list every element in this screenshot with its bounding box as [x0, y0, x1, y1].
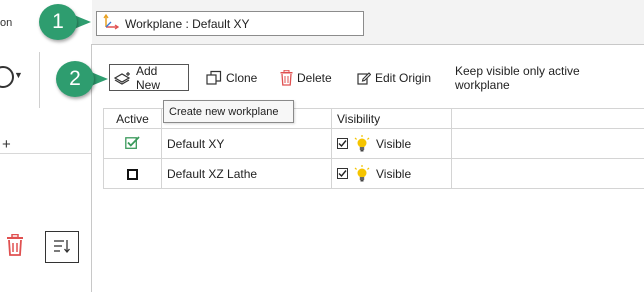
add-plane-icon: [114, 71, 132, 85]
active-cell[interactable]: [103, 158, 162, 189]
name-cell[interactable]: Default XY: [161, 128, 332, 159]
trash-icon: [280, 69, 293, 86]
sort-icon: [53, 238, 71, 257]
edit-origin-button[interactable]: Edit Origin: [353, 64, 443, 91]
background-partial-label: on: [0, 17, 13, 29]
workplane-selector-value: Workplane : Default XY: [125, 16, 250, 31]
visibility-checkbox[interactable]: [337, 138, 348, 149]
add-icon[interactable]: +: [2, 136, 11, 153]
clone-button[interactable]: Clone: [202, 64, 262, 91]
visibility-label: Visible: [376, 166, 412, 181]
workplane-selector[interactable]: Workplane : Default XY: [96, 11, 364, 36]
column-header-active[interactable]: Active: [103, 108, 162, 129]
visibility-cell[interactable]: Visible: [331, 158, 452, 189]
edit-icon: [357, 71, 371, 85]
column-header-empty: [451, 108, 644, 129]
chevron-down-icon[interactable]: ▼: [14, 70, 23, 80]
column-header-visibility[interactable]: Visibility: [331, 108, 452, 129]
tooltip-text: Create new workplane: [169, 105, 279, 118]
lightbulb-icon: [354, 134, 370, 153]
sort-button[interactable]: [45, 231, 79, 263]
visibility-cell[interactable]: Visible: [331, 128, 452, 159]
keep-visible-label: Keep visible only active workplane: [455, 63, 580, 92]
lightbulb-icon: [354, 164, 370, 183]
callout-2: 2: [56, 61, 108, 97]
dial-icon[interactable]: [0, 66, 14, 88]
clone-label: Clone: [226, 70, 258, 85]
add-new-button[interactable]: Add New: [109, 63, 189, 92]
name-cell[interactable]: Default XZ Lathe: [161, 158, 332, 189]
empty-cell: [451, 158, 644, 189]
visibility-label: Visible: [376, 136, 412, 151]
callout-number: 1: [39, 4, 77, 40]
clone-icon: [206, 70, 222, 86]
toolbar-separator: [39, 52, 40, 108]
background-side-panel: on ▼ +: [0, 0, 92, 292]
edit-origin-label: Edit Origin: [375, 70, 432, 85]
tooltip: Create new workplane: [163, 100, 294, 123]
trash-icon[interactable]: [6, 233, 24, 259]
empty-cell: [451, 128, 644, 159]
table-row[interactable]: Default XY Visible: [103, 128, 644, 159]
inactive-checkbox-icon[interactable]: [127, 168, 138, 180]
callout-number: 2: [56, 61, 94, 97]
delete-label: Delete: [297, 70, 332, 85]
keep-visible-only-active-button[interactable]: Keep visible only active workplane: [451, 63, 641, 92]
workplane-toolbar: Add New Clone Delete Edit Origin Keep vi…: [92, 45, 644, 105]
callout-1: 1: [39, 4, 91, 40]
active-cell[interactable]: [103, 128, 162, 159]
table-row[interactable]: Default XZ Lathe Visible: [103, 158, 644, 189]
divider: [0, 153, 92, 154]
add-new-label: Add New: [136, 63, 161, 92]
delete-button[interactable]: Delete: [276, 64, 338, 91]
workplane-panel: Add New Clone Delete Edit Origin Keep vi…: [91, 44, 644, 292]
visibility-checkbox[interactable]: [337, 168, 348, 179]
active-check-icon[interactable]: [125, 135, 140, 152]
axes-icon: [103, 13, 120, 33]
